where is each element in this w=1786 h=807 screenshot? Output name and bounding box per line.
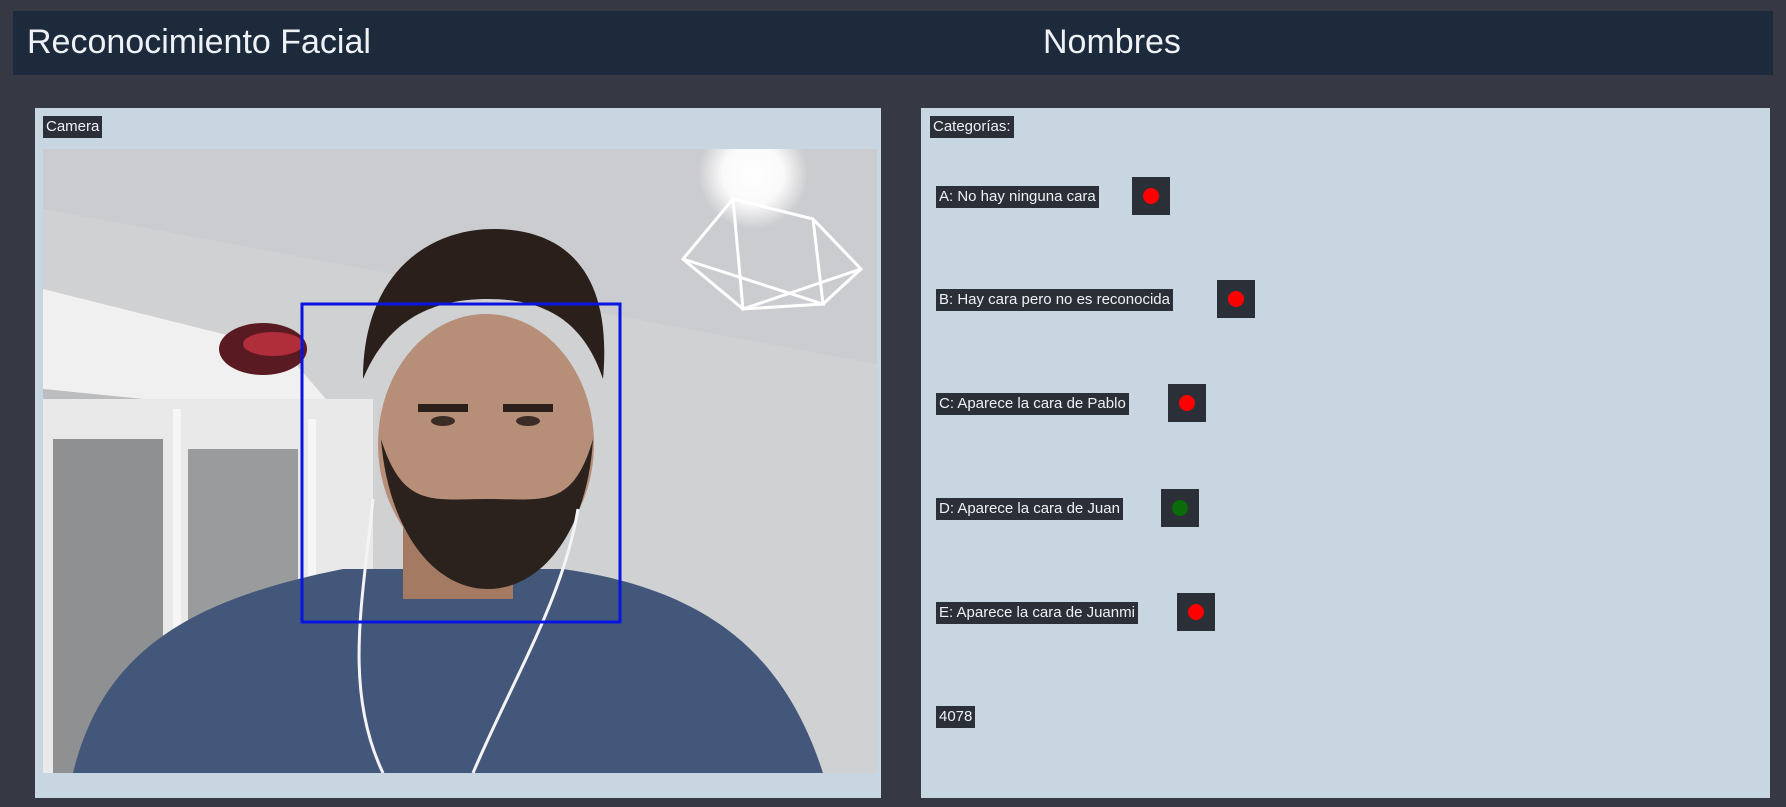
status-dot-icon <box>1188 604 1204 620</box>
category-c-indicator <box>1168 384 1206 422</box>
camera-feed <box>43 149 877 773</box>
category-a-label: A: No hay ninguna cara <box>936 186 1099 208</box>
category-d-label: D: Aparece la cara de Juan <box>936 498 1123 520</box>
status-dot-icon <box>1143 188 1159 204</box>
category-e-label: E: Aparece la cara de Juanmi <box>936 602 1138 624</box>
names-title: Nombres <box>1043 23 1181 61</box>
category-c-label: C: Aparece la cara de Pablo <box>936 393 1129 415</box>
category-e-indicator <box>1177 593 1215 631</box>
frame-counter: 4078 <box>936 706 976 728</box>
category-a-indicator <box>1132 177 1170 215</box>
camera-label: Camera <box>43 116 103 138</box>
app-header: Reconocimiento Facial Nombres <box>13 11 1773 75</box>
status-dot-icon <box>1228 291 1244 307</box>
camera-panel: Camera <box>35 108 881 798</box>
category-b-label: B: Hay cara pero no es reconocida <box>936 289 1173 311</box>
categories-label: Categorías: <box>930 116 1014 138</box>
status-dot-icon <box>1172 500 1188 516</box>
categories-panel: Categorías: A: No hay ninguna cara B: Ha… <box>921 108 1770 798</box>
category-b-indicator <box>1217 280 1255 318</box>
status-dot-icon <box>1179 395 1195 411</box>
app-title: Reconocimiento Facial <box>27 23 371 61</box>
camera-image <box>43 149 877 773</box>
category-d-indicator <box>1161 489 1199 527</box>
